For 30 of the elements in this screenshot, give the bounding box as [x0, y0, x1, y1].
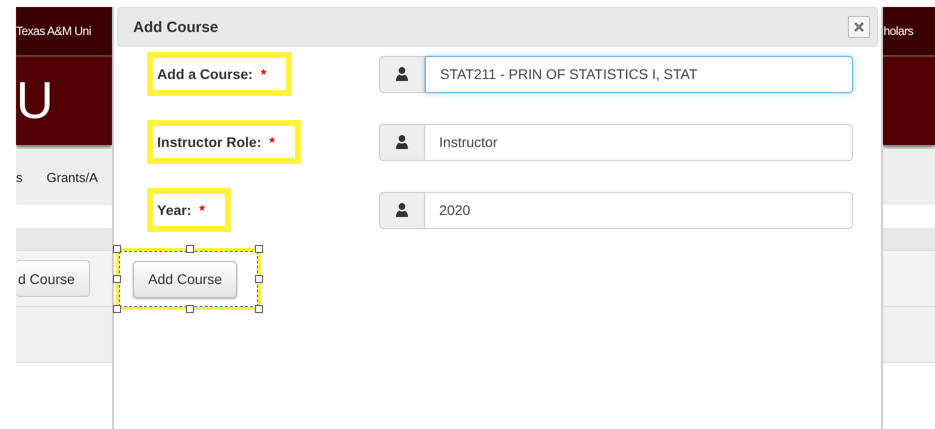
resize-handle[interactable]	[255, 275, 264, 283]
add-course-button[interactable]: Add Course	[133, 260, 238, 298]
close-icon	[854, 22, 864, 32]
site-title: Texas A&M Uni	[16, 24, 91, 38]
user-icon	[396, 67, 408, 81]
user-icon	[396, 203, 408, 217]
page-band	[883, 228, 935, 250]
resize-handle[interactable]	[113, 305, 122, 313]
nav-item[interactable]: Grants/A	[46, 170, 98, 185]
resize-handle[interactable]	[186, 305, 194, 313]
close-button[interactable]	[848, 16, 870, 38]
resize-handle[interactable]	[255, 305, 264, 313]
nav-item[interactable]: s	[16, 170, 22, 185]
input-field[interactable]: 2020	[425, 192, 854, 228]
dialog-title: Add Course	[133, 18, 218, 36]
logo-letter: U	[16, 75, 54, 127]
email-text: holars	[883, 24, 914, 38]
field-label: Instructor Role: *	[147, 120, 301, 164]
resize-handle[interactable]	[186, 245, 194, 253]
nav-bar	[883, 150, 935, 205]
input-field[interactable]: STAT211 - PRIN OF STATISTICS I, STAT	[425, 56, 854, 92]
field-label: Year: *	[147, 188, 231, 232]
page-band	[883, 306, 935, 363]
user-icon	[396, 135, 408, 149]
add-course-button[interactable]: d Course	[16, 260, 90, 297]
resize-handle[interactable]	[255, 245, 264, 253]
resize-handle[interactable]	[113, 275, 122, 283]
input-field[interactable]: Instructor	[425, 124, 854, 160]
field-label: Add a Course: *	[147, 52, 292, 96]
resize-handle[interactable]	[113, 245, 122, 253]
